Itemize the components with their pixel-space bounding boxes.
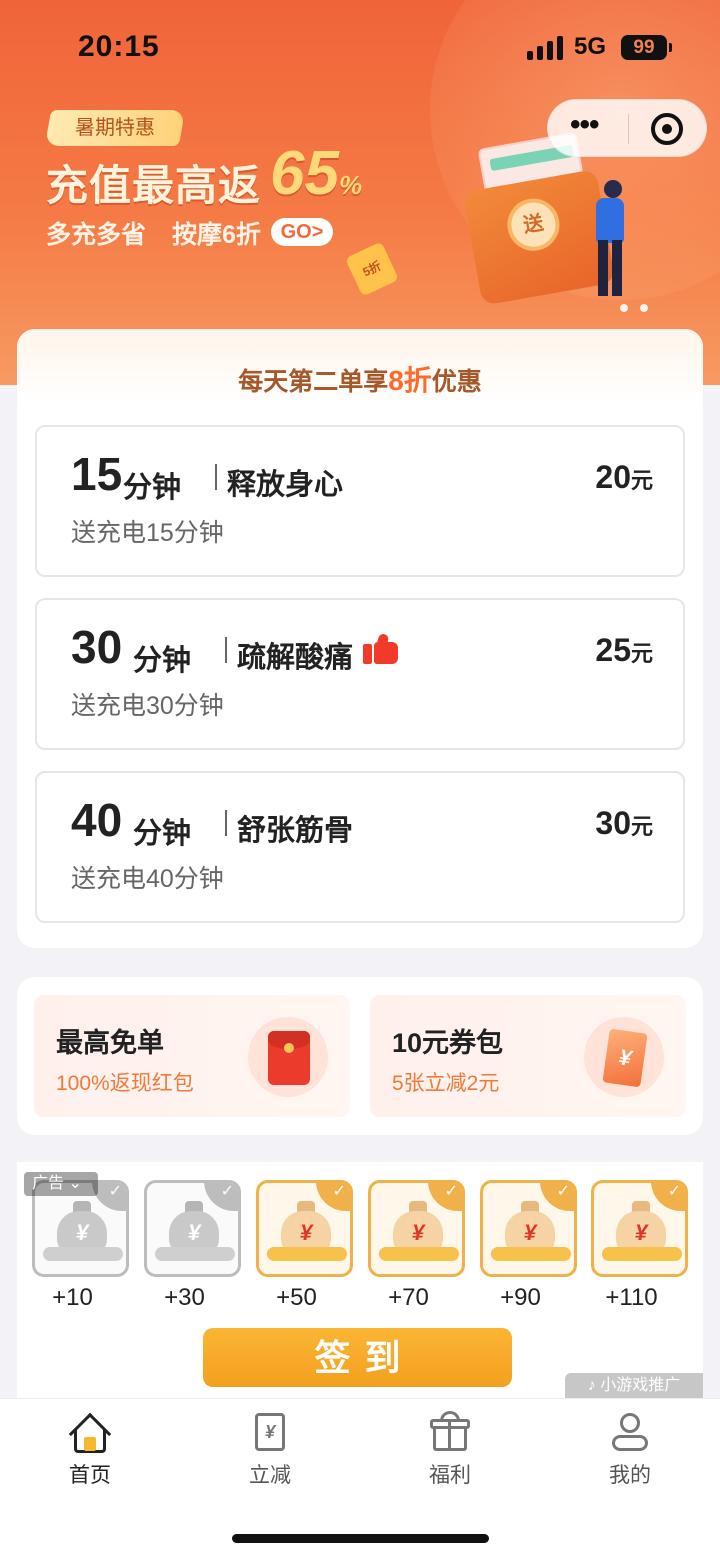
daily-offer-suffix: 优惠 [431,368,482,396]
package-card: 每天第二单享8折优惠 15 分钟 释放身心 20元 送充电15分钟 30 分钟 … [17,329,703,948]
miniprogram-capsule: ••• [547,99,707,157]
package-minutes: 40 [71,794,123,846]
battery-icon: 99 [621,35,672,60]
ad-badge[interactable]: 广告 ⌄ [24,1172,98,1196]
promo-subtitle-left: 多充多省 [46,221,147,249]
network-type: 5G [574,33,607,60]
promo-percent-value: 65 [270,139,339,208]
package-name: 疏解酸痛 [237,642,354,674]
package-currency: 元 [630,468,653,493]
thumbs-up-icon [363,632,399,664]
more-dots-icon[interactable]: ••• [570,110,610,144]
package-option-15[interactable]: 15 分钟 释放身心 20元 送充电15分钟 [35,425,685,577]
discount-ticket-icon: 5折 [344,241,400,297]
free-order-entry[interactable]: 最高免单 100%返现红包 [34,995,350,1117]
signin-day-6[interactable]: ✓ ¥ [591,1180,688,1277]
coins-icon [602,1247,682,1261]
daily-offer-text: 每天第二单享8折优惠 [17,359,703,399]
package-minutes: 15 [71,448,123,500]
signin-day-reward: +30 [164,1284,205,1311]
signin-day-reward: +110 [605,1284,658,1311]
signin-day-reward: +90 [500,1284,541,1311]
welfare-title: 最高免单 [56,1028,164,1058]
coins-icon [155,1247,235,1261]
gift-icon [429,1411,471,1453]
package-price: 30元 [595,805,653,842]
capsule-divider [628,114,629,144]
welfare-title: 10元券包 [392,1028,504,1058]
package-divider [225,637,227,663]
tab-discount[interactable]: ¥ 立减 [180,1409,360,1489]
package-bonus: 送充电40分钟 [71,865,224,893]
package-price-value: 30 [595,805,631,841]
signin-button[interactable]: 签到 [203,1328,512,1387]
signin-day-reward: +50 [276,1284,317,1311]
tab-label: 立减 [249,1464,291,1487]
signin-day-reward: +70 [388,1284,429,1311]
home-indicator [232,1534,489,1543]
coins-icon [267,1247,347,1261]
promo-tag-label: 暑期特惠 [75,117,155,139]
target-close-icon[interactable] [651,113,683,145]
package-name: 释放身心 [227,469,344,501]
welfare-card: 最高免单 100%返现红包 10元券包 5张立减2元 ¥ [17,977,703,1135]
package-divider [225,810,227,836]
package-unit: 分钟 [123,472,182,504]
tab-home[interactable]: 首页 [0,1409,180,1489]
package-divider [215,464,217,490]
package-option-30[interactable]: 30 分钟 疏解酸痛 25元 送充电30分钟 [35,598,685,750]
carousel-indicator [620,304,652,312]
promo-percent-sign: % [338,170,363,200]
package-unit: 分钟 [133,818,192,850]
discount-doc-icon: ¥ [249,1411,291,1453]
promo-tag: 暑期特惠 [44,110,186,146]
package-name: 舒张筋骨 [237,815,354,847]
package-price-value: 25 [595,632,631,668]
go-button[interactable]: GO> [271,218,333,246]
tab-welfare[interactable]: 福利 [360,1409,540,1489]
signin-day-reward: +10 [52,1284,93,1311]
tab-label: 我的 [609,1464,651,1487]
package-bonus: 送充电15分钟 [71,519,224,547]
home-icon [68,1411,112,1456]
coins-icon [379,1247,459,1261]
daily-offer-highlight: 8折 [388,365,432,396]
package-currency: 元 [630,814,653,839]
minigame-ad-tag[interactable]: ♪ 小游戏推广 [565,1373,703,1398]
welfare-subtitle: 100%返现红包 [56,1072,194,1095]
package-option-40[interactable]: 40 分钟 舒张筋骨 30元 送充电40分钟 [35,771,685,923]
package-price: 20元 [595,459,653,496]
person-illustration [582,180,632,300]
package-price: 25元 [595,632,653,669]
coupon-icon: ¥ [584,1017,664,1097]
discount-doc-symbol: ¥ [255,1413,285,1451]
coins-icon [43,1247,123,1261]
status-time: 20:15 [78,30,160,63]
tab-label: 福利 [429,1464,471,1487]
promo-subtitle-right: 按摩6折 [172,221,261,249]
tab-mine[interactable]: 我的 [540,1409,720,1489]
package-unit: 分钟 [133,645,192,677]
promo-banner[interactable]: 20:15 5G 99 暑期特惠 充值最高返 65% 多充多省 按摩6折 GO>… [0,0,720,385]
signin-day-3[interactable]: ✓ ¥ [256,1180,353,1277]
promo-title: 充值最高返 [46,162,262,209]
coins-icon [491,1247,571,1261]
daily-offer-prefix: 每天第二单享 [238,368,389,396]
package-minutes: 30 [71,621,123,673]
coupon-icon-symbol: ¥ [602,1028,648,1088]
coupon-pack-entry[interactable]: 10元券包 5张立减2元 ¥ [370,995,686,1117]
signin-day-5[interactable]: ✓ ¥ [480,1180,577,1277]
signal-icon [527,36,563,60]
profile-icon [609,1411,651,1453]
package-price-value: 20 [595,459,631,495]
red-packet-icon [248,1017,328,1097]
promo-percent: 65% [270,138,362,209]
signin-day-4[interactable]: ✓ ¥ [368,1180,465,1277]
package-currency: 元 [630,641,653,666]
welfare-subtitle: 5张立减2元 [392,1072,500,1095]
signin-day-2[interactable]: ✓ ¥ [144,1180,241,1277]
status-bar: 20:15 5G 99 [0,0,720,96]
package-bonus: 送充电30分钟 [71,692,224,720]
tab-label: 首页 [69,1464,111,1487]
